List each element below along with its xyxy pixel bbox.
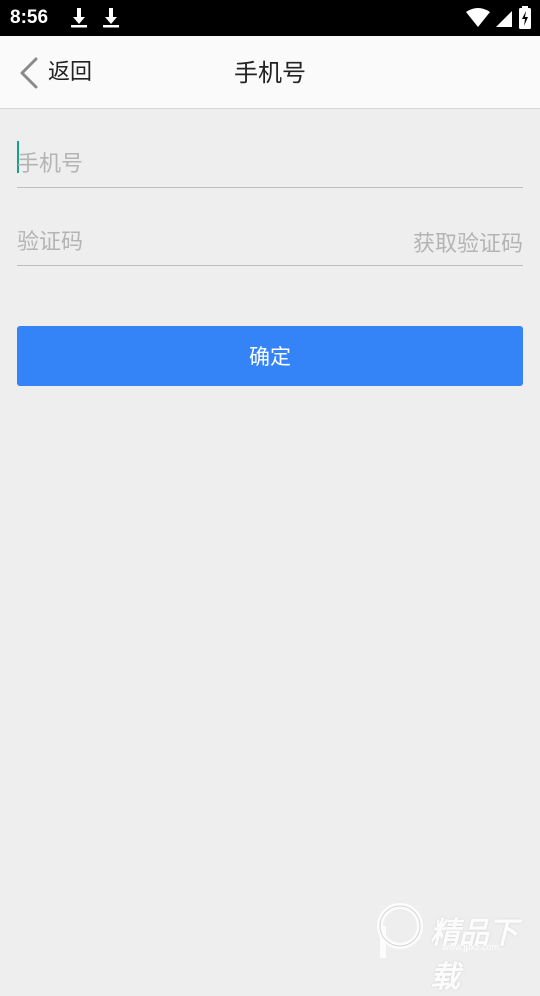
watermark-text: 精品下载: [430, 916, 518, 995]
code-field: 获取验证码: [17, 187, 523, 281]
wifi-icon: [466, 8, 490, 27]
app-header: 返回 手机号: [0, 36, 540, 109]
watermark: 精品下载 www.jpxz.com: [374, 900, 540, 995]
confirm-button[interactable]: 确定: [17, 326, 523, 386]
download-icon: [71, 8, 87, 28]
watermark-url: www.jpxz.com: [442, 942, 500, 952]
verification-code-input[interactable]: [17, 187, 317, 281]
watermark-logo-icon: [377, 903, 423, 958]
status-time: 8:56: [10, 7, 49, 28]
phone-field: [17, 109, 523, 203]
page-title: 手机号: [234, 59, 306, 87]
signal-icon: [496, 11, 512, 27]
status-bar: 8:56: [0, 0, 540, 36]
get-code-button[interactable]: 获取验证码: [413, 187, 523, 281]
download-icon: [103, 8, 119, 28]
battery-charging-icon: [519, 6, 531, 29]
